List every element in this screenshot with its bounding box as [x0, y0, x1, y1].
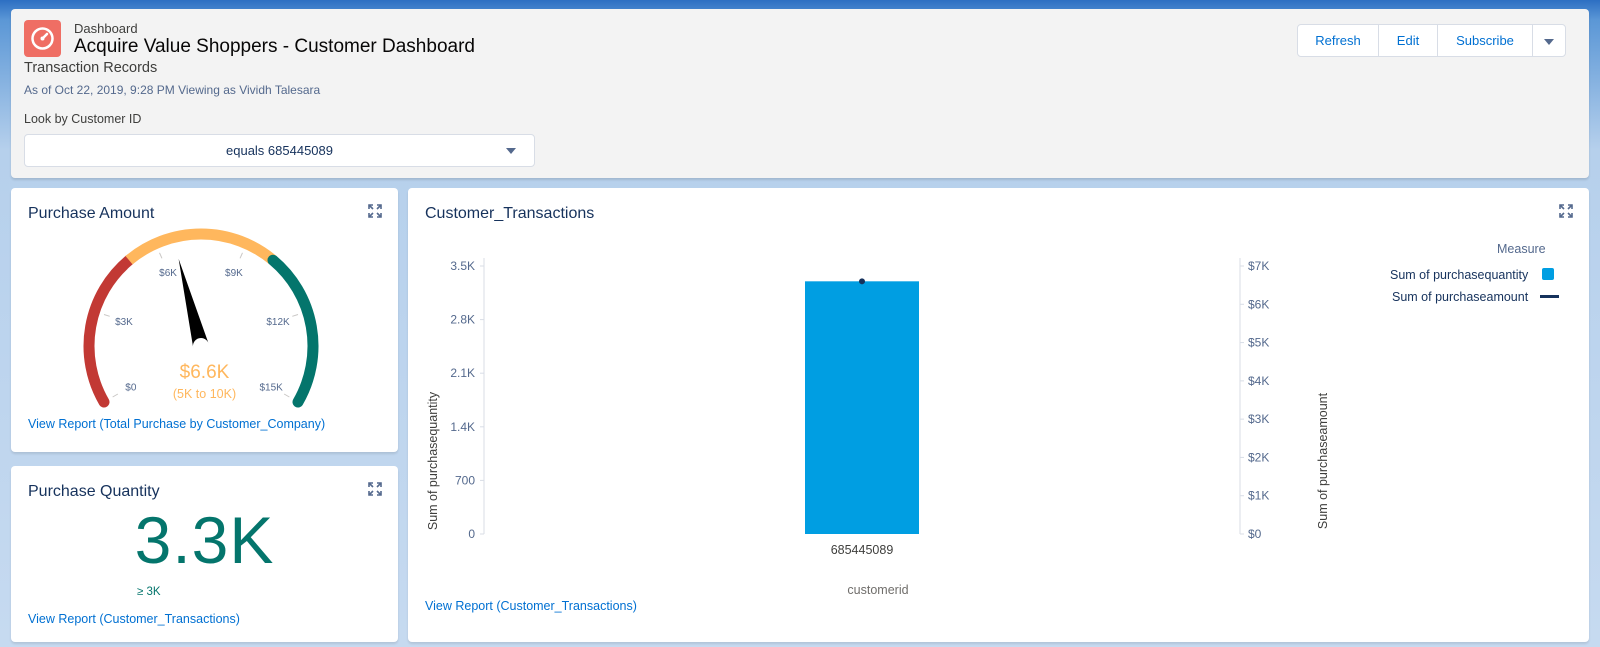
legend-label: Sum of purchasequantity	[1390, 268, 1529, 282]
point-purchaseamount[interactable]	[859, 278, 865, 285]
view-report-link[interactable]: View Report (Total Purchase by Customer_…	[28, 417, 325, 431]
view-report-link[interactable]: View Report (Customer_Transactions)	[28, 612, 240, 626]
y-tick-label: 0	[468, 527, 475, 541]
y2-tick-label: $0	[1248, 527, 1262, 541]
legend-swatch-line	[1539, 295, 1559, 298]
customer-transactions-card: Customer_Transactions 0 700 1.4K 2.1K 2.8K 3.…	[408, 188, 1589, 642]
chevron-down-icon	[506, 148, 516, 154]
view-report-link[interactable]: View Report (Customer_Transactions)	[425, 599, 637, 613]
gauge-band-label: (5K to 10K)	[172, 387, 237, 401]
gauge-tick	[159, 252, 163, 259]
chevron-down-icon	[1544, 39, 1554, 45]
gauge-tick-label: $12K	[266, 317, 290, 328]
y-axis-title: Sum of purchasequantity	[426, 391, 440, 530]
card-title: Purchase Quantity	[28, 483, 160, 500]
y2-tick-label: $6K	[1248, 297, 1269, 311]
filter-value: equals 685445089	[226, 143, 333, 158]
customer-id-filter[interactable]: equals 685445089	[24, 134, 535, 167]
legend-label: Sum of purchaseamount	[1392, 290, 1529, 304]
metric-value: 3.3K	[134, 503, 275, 577]
page-kicker: Dashboard	[74, 21, 138, 36]
y-tick-label: 2.1K	[450, 366, 475, 380]
gauge-tick	[292, 314, 299, 317]
gauge-tick-label: $9K	[225, 268, 243, 279]
y2-axis-title: Sum of purchaseamount	[1316, 392, 1330, 529]
gauge-tick-label: $6K	[159, 268, 177, 279]
gauge-value: $6.6K	[179, 362, 230, 383]
page-title: Acquire Value Shoppers - Customer Dashbo…	[74, 36, 475, 57]
y-tick-label: 1.4K	[450, 420, 475, 434]
edit-button[interactable]: Edit	[1379, 25, 1438, 56]
gauge-tick-label: $3K	[115, 317, 133, 328]
filter-label: Look by Customer ID	[24, 112, 142, 126]
gauge-icon	[31, 27, 54, 50]
purchase-amount-card: Purchase Amount $0 $3K $6K $9K $12K $15K $6.6…	[11, 188, 398, 452]
y2-tick-label: $4K	[1248, 374, 1269, 388]
legend-item-purchaseamount[interactable]: Sum of purchaseamount	[1392, 290, 1559, 304]
customer-transactions-chart: 0 700 1.4K 2.1K 2.8K 3.5K $0 $1K $2K $3K $4K $5K $6K…	[426, 258, 1330, 597]
expand-icon[interactable]	[368, 204, 382, 218]
y2-tick-label: $7K	[1248, 259, 1269, 273]
page-subtitle: Transaction Records	[24, 60, 158, 76]
legend-title: Measure	[1497, 242, 1546, 256]
subscribe-button[interactable]: Subscribe	[1438, 25, 1533, 56]
as-of-timestamp: As of Oct 22, 2019, 9:28 PM Viewing as V…	[24, 83, 321, 97]
more-actions-button[interactable]	[1533, 25, 1565, 56]
gauge-tick	[239, 252, 243, 259]
gauge-needle	[178, 258, 209, 348]
header-button-group: Refresh Edit Subscribe	[1297, 24, 1566, 57]
x-tick-label: 685445089	[831, 543, 894, 557]
y2-tick-label: $1K	[1248, 489, 1269, 503]
legend-swatch-bar	[1541, 268, 1554, 280]
gauge-tick	[103, 314, 110, 317]
y-tick-label: 3.5K	[450, 259, 475, 273]
metric-range: ≥ 3K	[137, 586, 161, 598]
x-axis-title: customerid	[847, 583, 908, 597]
legend-item-purchasequantity[interactable]: Sum of purchasequantity	[1390, 268, 1554, 282]
dashboard-header: Dashboard Acquire Value Shoppers - Custo…	[11, 9, 1589, 178]
gauge-band	[125, 228, 277, 265]
y2-tick-label: $5K	[1248, 336, 1269, 350]
purchase-quantity-card: Purchase Quantity 3.3K ≥ 3K View Report …	[11, 466, 398, 642]
y-tick-label: 2.8K	[450, 313, 475, 327]
expand-icon[interactable]	[368, 482, 382, 496]
bar-purchasequantity[interactable]	[805, 281, 919, 534]
y2-tick-label: $3K	[1248, 412, 1269, 426]
dashboard-app-icon	[24, 20, 61, 57]
y2-tick-label: $2K	[1248, 450, 1269, 464]
refresh-button[interactable]: Refresh	[1298, 25, 1379, 56]
y-tick-label: 700	[455, 473, 475, 487]
card-title: Purchase Amount	[28, 205, 155, 222]
